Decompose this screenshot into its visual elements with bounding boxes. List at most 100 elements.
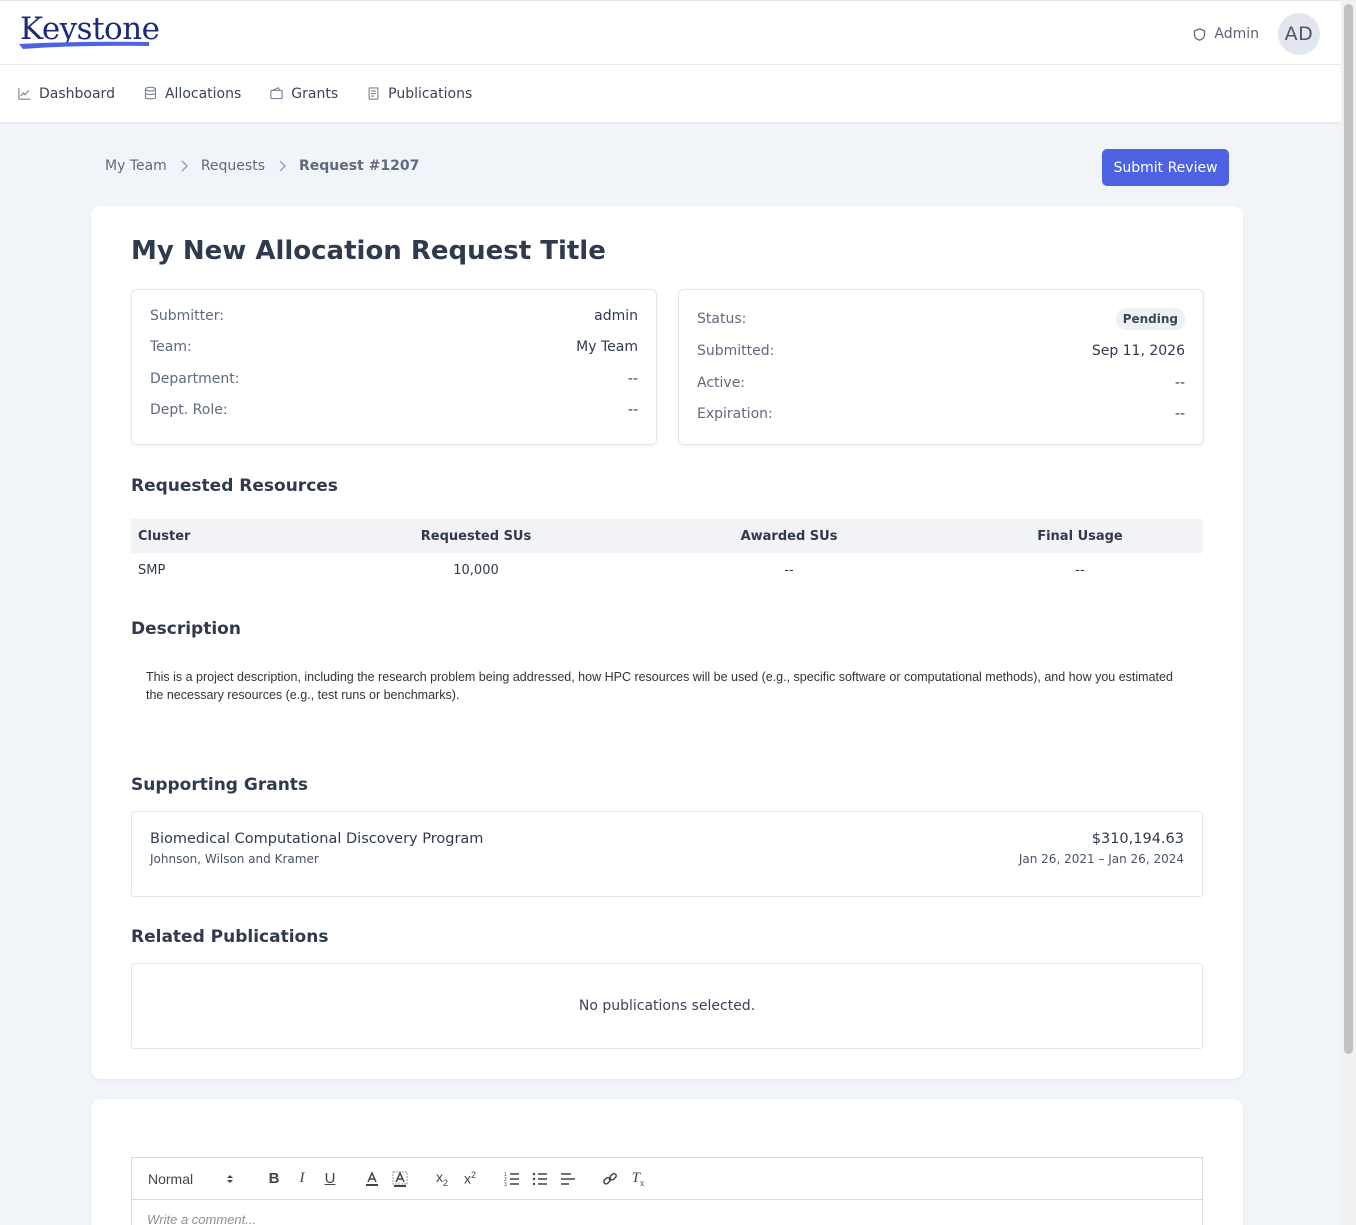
info-row-submitter: Submitter: admin [150,308,638,324]
status-info-box: Status: Pending Submitted: Sep 11, 2026 … [678,289,1204,445]
column-header: Requested SUs [331,519,621,553]
format-select[interactable]: Normal [148,1171,250,1187]
breadcrumb-requests[interactable]: Requests [201,158,265,174]
bullet-list-icon[interactable] [526,1167,554,1191]
nav-label-dashboard: Dashboard [39,85,115,102]
text-color-icon[interactable] [358,1167,386,1191]
submitter-info-box: Submitter: admin Team: My Team Departmen… [131,289,657,445]
clear-format-icon[interactable]: Tx [624,1167,652,1191]
column-header: Awarded SUs [621,519,957,553]
nav-label-publications: Publications [388,85,473,102]
table-cell: SMP [138,562,166,578]
table-cell: -- [784,562,794,578]
subscript-icon[interactable]: x2 [428,1167,456,1191]
info-label: Dept. Role: [150,402,228,418]
breadcrumb-current: Request #1207 [299,158,420,174]
info-label: Submitted: [697,343,775,359]
grant-item[interactable]: Biomedical Computational Discovery Progr… [131,811,1203,897]
chart-line-icon [18,87,31,100]
supporting-grants-heading: Supporting Grants [131,775,309,795]
nav-item-dashboard[interactable]: Dashboard [17,86,115,102]
column-header: Cluster [131,519,331,553]
info-label: Active: [697,375,746,391]
avatar[interactable]: AD [1278,13,1320,55]
table-row: SMP 10,000 -- -- [131,553,1203,587]
info-value: admin [594,308,638,324]
requested-resources-heading: Requested Resources [131,476,338,496]
info-label: Submitter: [150,308,224,324]
info-value: My Team [576,339,638,355]
database-icon [144,86,157,100]
nav-item-publications[interactable]: Publications [366,86,472,102]
column-header: Final Usage [957,519,1203,553]
app-header: Keystone Admin AD Dashboard Allocations … [0,0,1341,122]
info-row-department: Department: -- [150,371,638,387]
svg-text:3: 3 [504,1182,507,1187]
main-nav: Dashboard Allocations Grants Publication… [0,65,1341,122]
info-row-active: Active: -- [697,375,1185,391]
description-heading: Description [131,619,241,639]
info-row-team: Team: My Team [150,339,638,355]
comment-input[interactable]: Write a comment... [132,1200,1202,1225]
superscript-icon[interactable]: x2 [456,1167,484,1191]
info-row-status: Status: Pending [697,308,1185,330]
chevron-right-icon [179,160,189,172]
info-row-submitted: Submitted: Sep 11, 2026 [697,343,1185,359]
info-value: -- [627,371,638,387]
info-label: Expiration: [697,406,773,422]
nav-item-grants[interactable]: Grants [269,86,338,102]
info-label: Department: [150,371,240,387]
breadcrumb: My Team Requests Request #1207 [105,158,419,174]
request-card: My New Allocation Request Title Submitte… [91,206,1243,1079]
wallet-icon [270,87,283,100]
nav-label-allocations: Allocations [164,85,242,102]
info-row-dept-role: Dept. Role: -- [150,402,638,418]
align-icon[interactable] [554,1167,582,1191]
chevron-right-icon [277,160,287,172]
ordered-list-icon[interactable]: 123 [498,1167,526,1191]
status-badge: Pending [1115,308,1185,330]
comment-card: Normal B I U x2 x2 123 Tx Write a commen… [91,1099,1243,1225]
grant-amount: $310,194.63 [1091,831,1184,847]
shield-icon [1194,27,1206,41]
format-select-value: Normal [148,1170,194,1187]
page-title: My New Allocation Request Title [131,236,606,266]
submit-review-button[interactable]: Submit Review [1102,149,1229,186]
link-icon[interactable] [596,1167,624,1191]
grant-dates: Jan 26, 2021 – Jan 26, 2024 [1018,852,1184,866]
description-text: This is a project description, including… [146,670,1173,702]
top-bar: Keystone Admin AD [0,1,1341,65]
info-label: Status: [697,311,747,327]
info-row-expiration: Expiration: -- [697,406,1185,422]
comment-editor: Normal B I U x2 x2 123 Tx Write a commen… [131,1157,1203,1225]
bold-icon[interactable]: B [260,1167,288,1191]
breadcrumb-my-team[interactable]: My Team [105,158,167,174]
user-area: Admin AD [1192,13,1320,55]
table-cell: -- [1075,562,1085,578]
select-arrows-icon [227,1174,233,1183]
info-label: Team: [150,339,192,355]
grant-agency: Johnson, Wilson and Kramer [150,852,319,866]
scrollbar[interactable] [1341,0,1356,1225]
admin-link[interactable]: Admin [1192,26,1259,42]
italic-icon[interactable]: I [288,1167,316,1191]
background-color-icon[interactable] [386,1167,414,1191]
resources-table: Cluster Requested SUs Awarded SUs Final … [131,519,1203,587]
nav-item-allocations[interactable]: Allocations [143,86,241,102]
table-header-row: Cluster Requested SUs Awarded SUs Final … [131,519,1203,553]
related-publications-heading: Related Publications [131,927,329,947]
nav-label-grants: Grants [291,85,339,102]
publications-empty-state: No publications selected. [131,963,1203,1049]
info-value: Sep 11, 2026 [1091,343,1185,359]
info-value: -- [1174,406,1185,422]
info-value: -- [627,402,638,418]
table-cell: 10,000 [453,562,499,578]
document-icon [368,87,379,100]
admin-label: Admin [1214,26,1259,42]
publications-empty-text: No publications selected. [578,998,756,1014]
info-value: -- [1174,375,1185,391]
scrollbar-thumb[interactable] [1344,4,1353,1054]
underline-icon[interactable]: U [316,1167,344,1191]
grant-title: Biomedical Computational Discovery Progr… [150,831,484,847]
logo-swoosh-icon [19,41,149,49]
